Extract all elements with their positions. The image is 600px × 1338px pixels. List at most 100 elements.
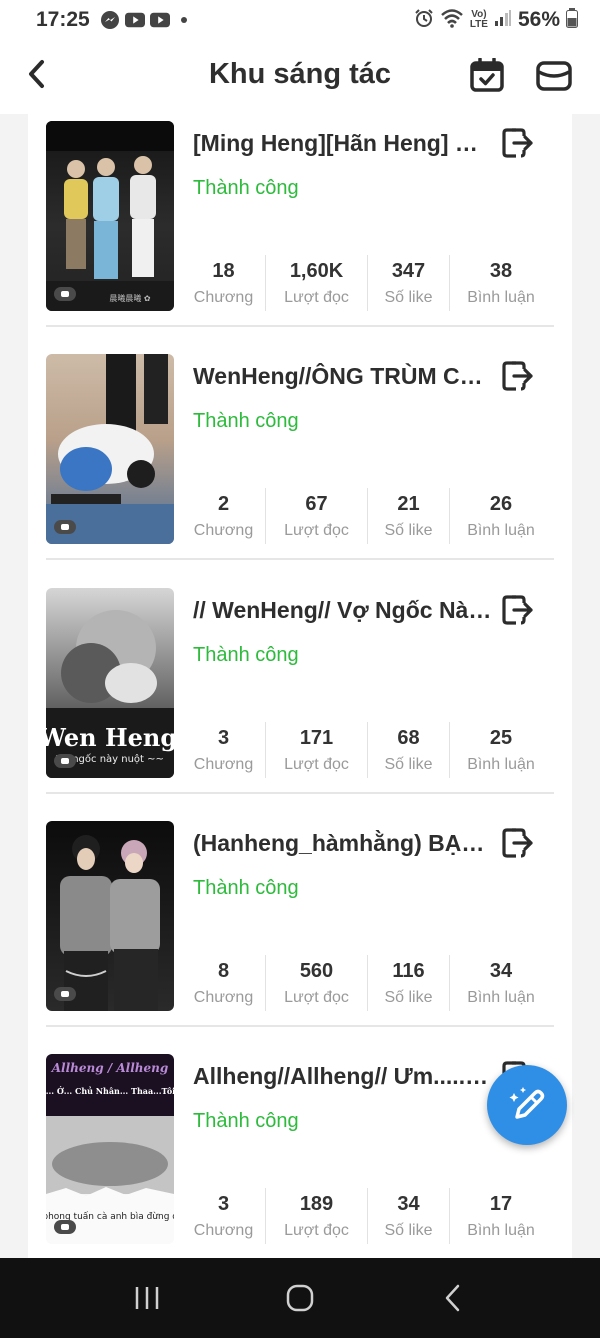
stat-reads: 1,60K Lượt đọc <box>266 255 368 311</box>
comment-badge-icon <box>54 754 76 768</box>
stat-value: 67 <box>305 492 328 515</box>
exit-icon <box>502 828 533 858</box>
stat-label: Bình luận <box>467 755 535 773</box>
comment-badge-icon <box>54 520 76 534</box>
system-nav-bar <box>0 1258 600 1338</box>
chevron-left-icon <box>446 1284 460 1312</box>
story-stats: 18 Chương 1,60K Lượt đọc 347 Số like 38 Bình… <box>182 255 552 311</box>
stat-value: 68 <box>397 726 420 749</box>
divider <box>46 558 554 560</box>
status-app-icons <box>100 10 187 30</box>
calendar-icon <box>470 57 504 92</box>
stat-chapters: 3 Chương <box>182 1188 266 1244</box>
battery-icon <box>566 7 578 33</box>
stat-value: 347 <box>391 259 426 282</box>
stat-chapters: 18 Chương <box>182 255 266 311</box>
divider <box>46 1025 554 1027</box>
battery-percent: 56% <box>517 8 560 31</box>
write-story-fab[interactable] <box>487 1065 567 1145</box>
calendar-button[interactable] <box>470 57 504 92</box>
stat-value: 34 <box>397 1192 420 1215</box>
story-title: Allheng//Allheng// Ưm..... Ớ... <box>193 1063 493 1089</box>
stat-label: Chương <box>193 521 254 539</box>
stat-comments: 17 Bình luận <box>450 1188 552 1244</box>
story-cover: 晨曦晨曦 ✿ <box>46 121 174 311</box>
stat-value: 560 <box>299 959 334 982</box>
stat-reads: 560 Lượt đọc <box>266 955 368 1011</box>
cover-subtitle-text: Ưm..... Ớ... Chủ Nhân... Thaa...Tôi~~~ <box>46 1086 174 1096</box>
stat-comments: 34 Bình luận <box>450 955 552 1011</box>
exit-story-button[interactable] <box>502 128 534 158</box>
signal-icon <box>494 9 512 32</box>
publish-status: Thành công <box>193 877 299 899</box>
cover-title-text: Allheng / Allheng <box>51 1061 169 1075</box>
story-item[interactable]: (Hanheng_hàmhằng) BẠN ... Thành công 8 Ch… <box>28 814 572 1047</box>
stat-value: 38 <box>489 259 513 282</box>
stat-label: Số like <box>384 755 433 773</box>
stat-reads: 67 Lượt đọc <box>266 488 368 544</box>
story-stats: 3 Chương 171 Lượt đọc 68 Số like 25 Bình luậ… <box>182 722 552 778</box>
stat-value: 3 <box>217 726 230 749</box>
publish-status: Thành công <box>193 1110 299 1132</box>
cover-photo <box>46 354 174 544</box>
story-title: (Hanheng_hàmhằng) BẠN ... <box>193 830 493 856</box>
story-item[interactable]: Allheng / Allheng Ưm..... Ớ... Chủ Nhân.… <box>28 1047 572 1258</box>
mail-button[interactable] <box>536 60 572 92</box>
stat-likes: 21 Số like <box>368 488 450 544</box>
stat-likes: 347 Số like <box>368 255 450 311</box>
exit-icon <box>502 128 533 158</box>
cover-title-text: Wen Heng <box>46 723 174 752</box>
cover-photo: 晨曦晨曦 ✿ <box>46 121 174 311</box>
stat-likes: 116 Số like <box>368 955 450 1011</box>
stat-label: Bình luận <box>467 288 535 306</box>
stat-chapters: 8 Chương <box>182 955 266 1011</box>
stat-label: Chương <box>193 288 254 306</box>
wifi-icon <box>440 8 464 33</box>
stat-label: Lượt đọc <box>284 988 349 1006</box>
recent-apps-button[interactable] <box>117 1278 177 1318</box>
story-item[interactable]: Wen Heng Vợ ngốc này nuột ~~ // WenHeng/… <box>28 581 572 814</box>
stat-label: Số like <box>384 988 433 1006</box>
cover-photo <box>60 835 160 1011</box>
story-title: // WenHeng// Vợ Ngốc Này ... <box>193 597 493 623</box>
stat-value: 21 <box>397 492 420 515</box>
exit-story-button[interactable] <box>502 595 534 625</box>
stat-likes: 34 Số like <box>368 1188 450 1244</box>
mail-icon <box>536 61 572 91</box>
stat-label: Bình luận <box>467 988 535 1006</box>
story-cover: Wen Heng Vợ ngốc này nuột ~~ <box>46 588 174 778</box>
app-header: Khu sáng tác <box>0 40 600 114</box>
stat-value: 1,60K <box>289 259 344 282</box>
status-right: Vo) LTE 56% <box>414 7 578 33</box>
stat-value: 25 <box>489 726 513 749</box>
story-item[interactable]: 晨曦晨曦 ✿ [Ming Heng][Hãn Heng] Ức... Thành… <box>28 114 572 347</box>
home-button[interactable] <box>270 1278 330 1318</box>
story-stats: 3 Chương 189 Lượt đọc 34 Số like 17 Bình luậ… <box>182 1188 552 1244</box>
comment-badge-icon <box>54 1220 76 1234</box>
alarm-icon <box>414 8 434 33</box>
story-cover: Allheng / Allheng Ưm..... Ớ... Chủ Nhân.… <box>46 1054 174 1244</box>
story-cover <box>46 821 174 1011</box>
exit-icon <box>502 595 533 625</box>
cover-photo: Allheng / Allheng Ưm..... Ớ... Chủ Nhân.… <box>46 1054 174 1244</box>
exit-story-button[interactable] <box>502 361 534 391</box>
stat-label: Bình luận <box>467 521 535 539</box>
stat-label: Số like <box>384 521 433 539</box>
publish-status: Thành công <box>193 410 299 432</box>
stat-label: Chương <box>193 1221 254 1239</box>
publish-status: Thành công <box>193 644 299 666</box>
stat-chapters: 2 Chương <box>182 488 266 544</box>
system-back-button[interactable] <box>423 1278 483 1318</box>
publish-status: Thành công <box>193 177 299 199</box>
stat-reads: 171 Lượt đọc <box>266 722 368 778</box>
divider <box>46 792 554 794</box>
stat-label: Chương <box>193 755 254 773</box>
stat-value: 116 <box>392 959 425 982</box>
story-title: [Ming Heng][Hãn Heng] Ức... <box>193 130 493 156</box>
status-bar: 17:25 Vo) LTE 56% <box>0 0 600 40</box>
volte-icon: Vo) LTE <box>469 9 488 30</box>
stat-value: 3 <box>217 1192 230 1215</box>
exit-story-button[interactable] <box>502 828 534 858</box>
story-stats: 8 Chương 560 Lượt đọc 116 Số like 34 Bình lu… <box>182 955 552 1011</box>
story-item[interactable]: WenHeng//ÔNG TRÙM CŨ... Thành công 2 Chươ… <box>28 347 572 580</box>
